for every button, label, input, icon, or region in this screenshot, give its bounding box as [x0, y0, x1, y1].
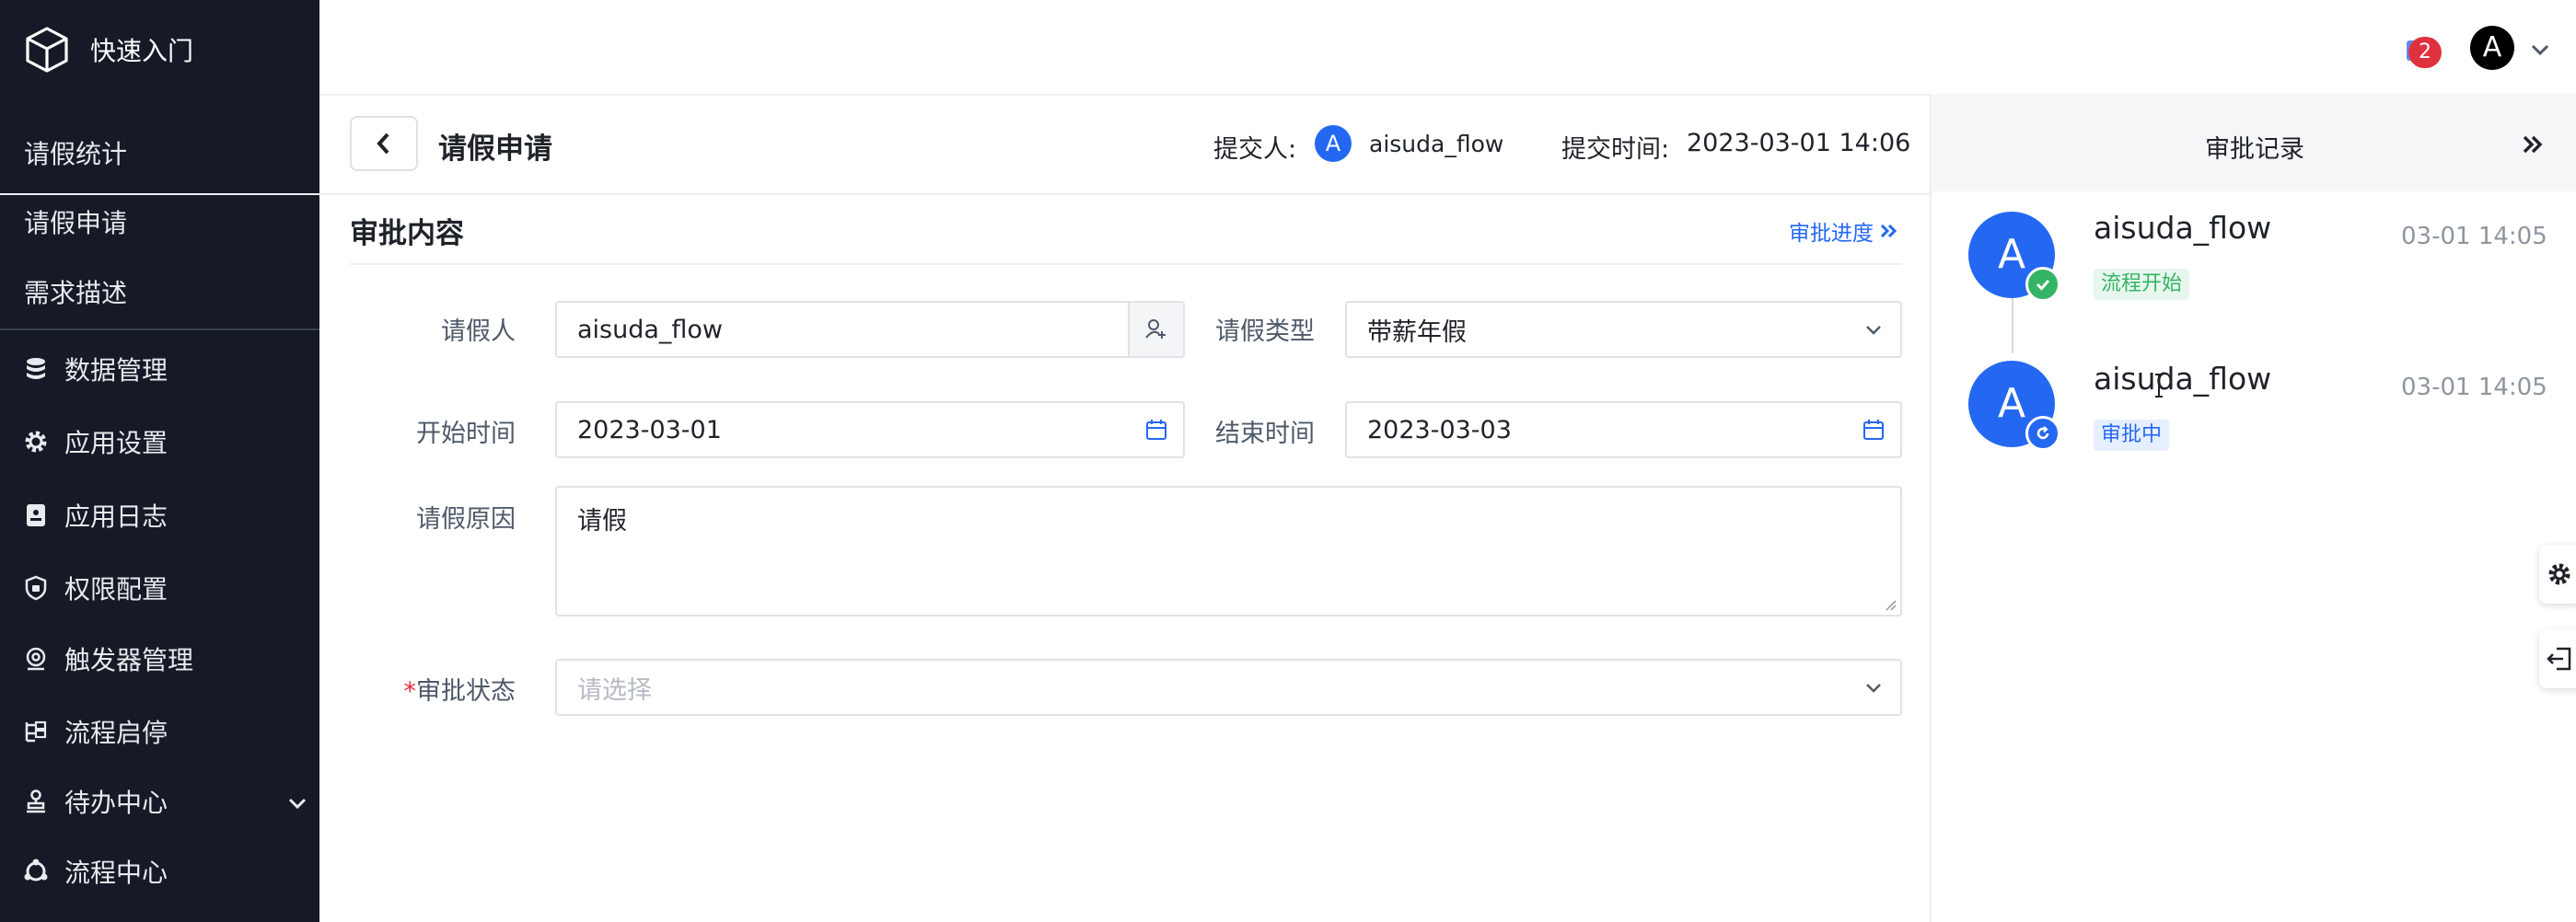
record-status-tag: 审批中 [2094, 420, 2170, 451]
pending-icon [2025, 416, 2060, 451]
reason-label: 请假原因 [416, 505, 516, 534]
panel-title: 审批记录 [2205, 135, 2304, 164]
submitter-label: 提交人: [1213, 135, 1297, 164]
approval-status-select[interactable]: 请选择 [555, 659, 1902, 716]
sidebar-item-flow-center[interactable]: 流程中心 [22, 848, 168, 894]
record-name: aisuda_flow [2094, 361, 2272, 397]
section-title: 审批内容 [350, 217, 464, 250]
gear-icon [22, 428, 50, 455]
leave-type-value: 带薪年假 [1367, 317, 1467, 347]
sidebar-item-leave-stats[interactable]: 请假统计 [24, 134, 127, 171]
record-name: aisuda_flow [2094, 210, 2272, 246]
calendar-icon[interactable] [1847, 403, 1900, 456]
reason-value: 请假 [577, 507, 627, 536]
stamp-icon [22, 788, 50, 815]
sidebar-item-data-management[interactable]: 数据管理 [22, 346, 168, 392]
record-time: 03-01 14:05 [2401, 374, 2547, 401]
end-time-label: 结束时间 [1215, 420, 1315, 448]
sidebar-item-triggers[interactable]: 触发器管理 [22, 636, 193, 682]
record-time: 03-01 14:05 [2401, 223, 2547, 250]
sidebar-item-label: 应用日志 [64, 501, 168, 532]
approval-progress-link[interactable]: 审批进度 [1789, 215, 1899, 247]
chevron-down-icon[interactable] [2528, 39, 2552, 61]
submitter-avatar: A [1315, 125, 1352, 162]
sidebar-item-label: 权限配置 [64, 574, 168, 605]
start-time-picker[interactable]: 2023-03-01 [555, 401, 1185, 458]
approval-progress-label: 审批进度 [1789, 222, 1874, 246]
applicant-label: 请假人 [441, 317, 516, 346]
sidebar-item-label: 待办中心 [64, 788, 168, 818]
sidebar-item-label: 应用设置 [64, 428, 168, 458]
exit-icon [2547, 647, 2571, 671]
sidebar-item-label: 流程中心 [64, 858, 168, 888]
sidebar-divider [0, 328, 319, 330]
sidebar-item-label: 触发器管理 [64, 645, 194, 675]
sidebar-item-leave-request[interactable]: 请假申请 [24, 203, 127, 240]
sidebar-item-app-log[interactable]: 应用日志 [22, 492, 168, 538]
header-divider [0, 193, 1930, 195]
approval-status-label-text: 审批状态 [416, 677, 516, 706]
chevron-down-icon[interactable] [285, 791, 309, 815]
user-avatar[interactable]: A [2470, 26, 2514, 70]
flow-center-icon [22, 858, 50, 885]
sidebar-item-label: 流程启停 [64, 718, 168, 748]
reason-textarea[interactable]: 请假 [555, 486, 1902, 617]
applicant-value: aisuda_flow [577, 315, 724, 344]
approval-record-panel: 审批记录 A aisuda_flow 03-01 14:05 流程开始 A ai… [1930, 94, 2576, 922]
sidebar-item-flow-toggle[interactable]: 流程启停 [22, 709, 168, 755]
start-time-label: 开始时间 [416, 420, 516, 448]
applicant-field[interactable]: aisuda_flow [555, 301, 1185, 358]
top-header [319, 0, 2576, 96]
cube-logo-icon [26, 27, 68, 73]
sidebar-item-app-settings[interactable]: 应用设置 [22, 419, 168, 465]
gear-icon [2548, 563, 2570, 585]
end-time-value: 2023-03-03 [1367, 415, 1512, 444]
submit-time: 2023-03-01 14:06 [1687, 129, 1911, 157]
approval-status-placeholder: 请选择 [577, 675, 652, 705]
sidebar-item-todo-center[interactable]: 待办中心 [22, 778, 168, 824]
log-icon [22, 501, 50, 529]
form-card: 请假申请 提交人: A aisuda_flow 提交时间: 2023-03-01… [0, 98, 1930, 922]
brand[interactable]: 快速入门 [22, 20, 193, 79]
exit-float-button[interactable] [2539, 629, 2576, 688]
page-title: 请假申请 [438, 133, 552, 166]
trigger-icon [22, 645, 50, 673]
notification-badge[interactable]: 2 [2408, 37, 2442, 68]
section-divider [350, 263, 1902, 265]
timeline-connector [2012, 298, 2013, 353]
chevron-down-icon [1847, 661, 1900, 714]
leave-type-select[interactable]: 带薪年假 [1345, 301, 1902, 358]
chevron-down-icon [1847, 303, 1900, 356]
resize-handle-icon[interactable] [1884, 598, 1897, 611]
settings-float-button[interactable] [2539, 545, 2576, 604]
chevron-left-icon [377, 133, 389, 155]
approval-status-label: *审批状态 [331, 671, 516, 707]
collapse-panel-icon[interactable] [2521, 134, 2545, 155]
required-mark: * [403, 677, 417, 706]
start-time-value: 2023-03-01 [577, 415, 722, 444]
flow-toggle-icon [22, 718, 50, 745]
double-chevron-right-icon [1880, 224, 1897, 238]
sidebar: 快速入门 请假统计 请假申请 需求描述 数据管理 应用设置 应用日志 权限配置 … [0, 0, 319, 922]
sidebar-item-permissions[interactable]: 权限配置 [22, 565, 168, 611]
check-circle-icon [2025, 267, 2060, 302]
back-button[interactable] [350, 116, 418, 171]
panel-header: 审批记录 [1932, 94, 2576, 191]
database-icon [22, 355, 50, 383]
text-cursor-icon [2155, 374, 2163, 398]
sidebar-item-label: 数据管理 [64, 355, 168, 386]
sidebar-item-requirements[interactable]: 需求描述 [24, 273, 127, 310]
leave-type-label: 请假类型 [1215, 317, 1315, 346]
end-time-picker[interactable]: 2023-03-03 [1345, 401, 1902, 458]
submitter-name: aisuda_flow [1369, 131, 1504, 157]
submit-time-label: 提交时间: [1561, 135, 1670, 164]
shield-icon [22, 574, 50, 602]
brand-label: 快速入门 [90, 36, 194, 66]
record-status-tag: 流程开始 [2094, 269, 2190, 300]
